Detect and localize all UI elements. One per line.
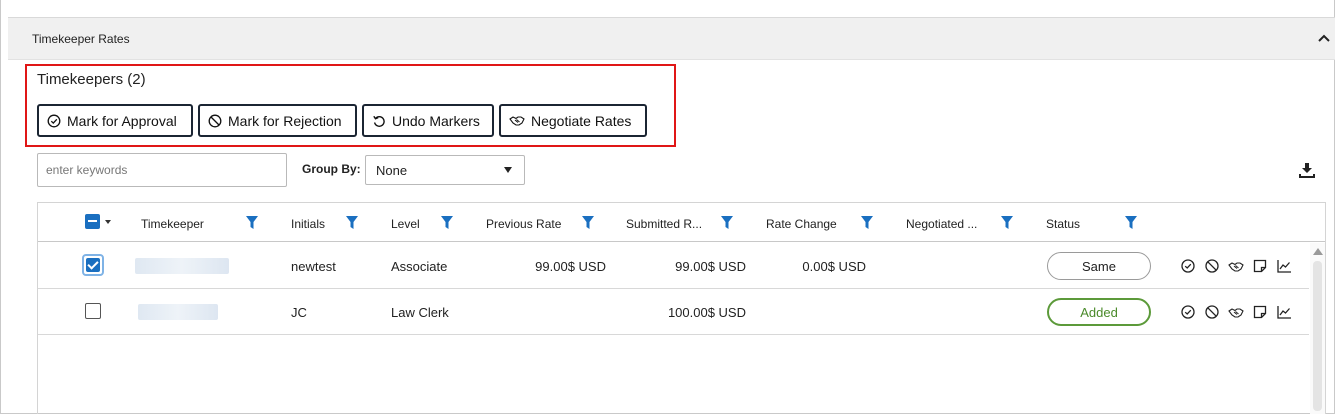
table-row[interactable]: newtest Associate 99.00$ USD 99.00$ USD … [38,243,1309,289]
redacted-timekeeper-name [138,304,218,320]
row-checkbox[interactable] [85,303,101,319]
column-header-timekeeper[interactable]: Timekeeper [141,217,204,231]
undo-icon [373,115,385,127]
status-badge-label: Added [1080,304,1118,320]
filter-icon[interactable] [246,216,258,229]
redacted-timekeeper-name [135,258,229,274]
grid-header-row: Timekeeper Initials Level Previous Rate … [38,203,1325,242]
approve-check-circle-icon[interactable] [1180,304,1196,320]
approve-check-circle-icon[interactable] [1180,258,1196,274]
filter-icon[interactable] [441,216,453,229]
mark-for-approval-button[interactable]: Mark for Approval [37,104,193,137]
filter-icon[interactable] [1001,216,1013,229]
scrollbar-thumb[interactable] [1313,261,1322,411]
level-cell: Law Clerk [391,305,449,320]
filter-icon[interactable] [346,216,358,229]
row-actions [1180,304,1292,320]
mark-for-approval-label: Mark for Approval [67,112,177,129]
timekeepers-grid: Timekeeper Initials Level Previous Rate … [37,202,1326,414]
download-icon[interactable] [1299,162,1315,178]
column-header-initials[interactable]: Initials [291,217,325,231]
timekeepers-count-title: Timekeepers (2) [37,71,146,88]
column-header-negotiated[interactable]: Negotiated ... [906,217,977,231]
filter-icon[interactable] [582,216,594,229]
filter-icon[interactable] [1125,216,1137,229]
grid-vertical-scrollbar[interactable] [1310,243,1325,414]
select-all-menu-caret-icon[interactable] [105,220,111,224]
group-by-value: None [376,163,408,178]
table-row[interactable]: JC Law Clerk 100.00$ USD Added [38,289,1309,335]
select-all-checkbox[interactable] [85,214,100,229]
column-header-status[interactable]: Status [1046,217,1080,231]
caret-down-icon [504,167,512,173]
column-header-rate-change[interactable]: Rate Change [766,217,837,231]
timekeeper-rates-section-header[interactable]: Timekeeper Rates [8,17,1335,60]
trend-chart-icon[interactable] [1276,304,1292,320]
status-badge: Added [1047,298,1151,326]
keyword-search-input[interactable] [37,153,287,187]
previous-rate-cell: 99.00$ USD [535,259,606,274]
initials-cell: JC [291,305,307,320]
mark-for-rejection-label: Mark for Rejection [228,112,342,129]
block-icon [208,114,222,127]
chevron-up-icon[interactable] [1315,30,1333,48]
status-badge: Same [1047,252,1151,280]
column-header-previous-rate[interactable]: Previous Rate [486,217,561,231]
undo-markers-button[interactable]: Undo Markers [362,104,494,137]
scroll-up-arrow-icon[interactable] [1313,248,1323,255]
handshake-icon[interactable] [1228,258,1244,274]
negotiate-rates-button[interactable]: Negotiate Rates [499,104,647,137]
trend-chart-icon[interactable] [1276,258,1292,274]
rate-change-cell: 0.00$ USD [802,259,866,274]
row-actions [1180,258,1292,274]
level-cell: Associate [391,259,448,274]
reject-block-icon[interactable] [1204,258,1220,274]
note-icon[interactable] [1252,258,1268,274]
group-by-label: Group By: [302,162,361,176]
submitted-rate-cell: 99.00$ USD [675,259,746,274]
handshake-icon [509,115,525,126]
status-badge-label: Same [1082,258,1116,274]
filter-icon[interactable] [861,216,873,229]
mark-for-rejection-button[interactable]: Mark for Rejection [198,104,357,137]
submitted-rate-cell: 100.00$ USD [667,305,746,320]
filter-icon[interactable] [721,216,733,229]
check-circle-icon [47,114,61,127]
handshake-icon[interactable] [1228,304,1244,320]
negotiate-rates-label: Negotiate Rates [531,112,632,129]
initials-cell: newtest [291,259,336,274]
column-header-level[interactable]: Level [391,217,420,231]
row-checkbox[interactable] [82,254,104,276]
undo-markers-label: Undo Markers [392,112,480,129]
section-title: Timekeeper Rates [32,32,130,46]
column-header-submitted-rate[interactable]: Submitted R... [626,217,702,231]
note-icon[interactable] [1252,304,1268,320]
reject-block-icon[interactable] [1204,304,1220,320]
group-by-select[interactable]: None [365,155,525,185]
